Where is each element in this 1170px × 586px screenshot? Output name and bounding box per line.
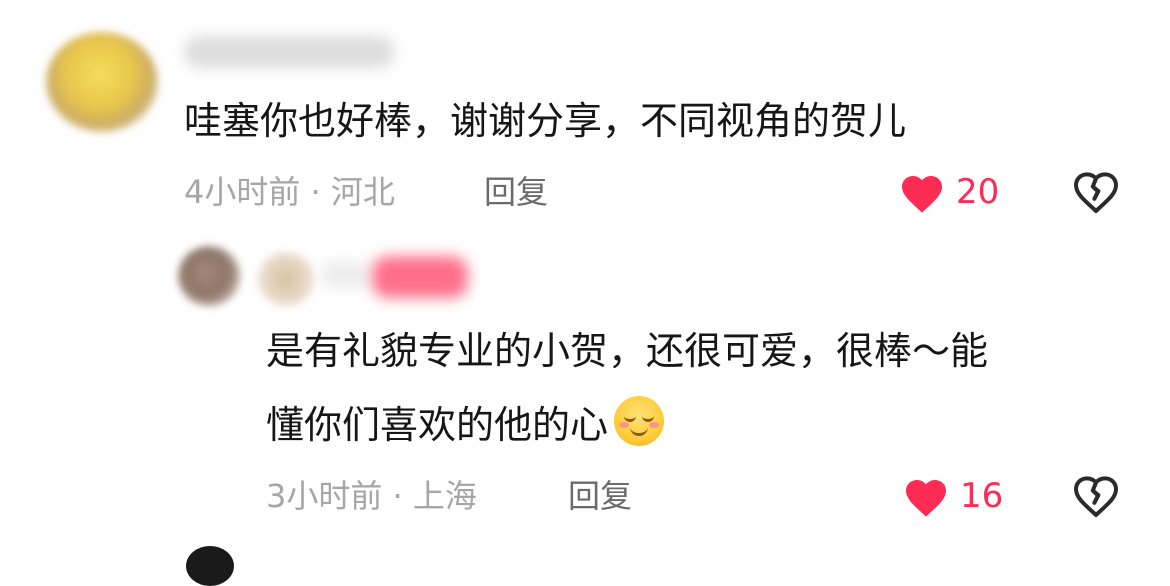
comment-text-line-2-text: 懂你们喜欢的他的心 <box>266 403 609 447</box>
username-blurred[interactable] <box>320 262 370 288</box>
meta-separator: · <box>382 477 413 515</box>
heart-icon[interactable] <box>902 474 950 518</box>
avatar[interactable] <box>178 246 240 306</box>
comment-location: 河北 <box>330 173 395 211</box>
heart-icon[interactable] <box>898 170 946 214</box>
author-badge-blurred <box>372 256 468 298</box>
comment-meta: 4小时前 · 河北 <box>184 172 395 212</box>
comment-time: 4小时前 <box>184 173 301 211</box>
comment-meta: 3小时前 · 上海 <box>266 476 477 516</box>
avatar-next-comment[interactable] <box>186 546 234 586</box>
comment-text: 哇塞你也好棒，谢谢分享，不同视角的贺儿 <box>184 99 907 143</box>
username-blurred[interactable] <box>184 36 394 68</box>
meta-separator: · <box>300 173 331 211</box>
dislike-broken-heart-icon[interactable] <box>1072 168 1120 214</box>
like-count: 20 <box>956 172 1000 212</box>
smiling-face-emoji-icon <box>614 396 665 446</box>
like-count: 16 <box>960 476 1004 516</box>
comment-text-line-2: 懂你们喜欢的他的心 <box>266 390 665 460</box>
avatar-secondary[interactable] <box>258 252 314 306</box>
avatar[interactable] <box>46 32 158 132</box>
reply-button[interactable]: 回复 <box>568 476 632 516</box>
reply-button[interactable]: 回复 <box>484 172 548 212</box>
dislike-broken-heart-icon[interactable] <box>1072 472 1120 518</box>
comment-text-line-1: 是有礼貌专业的小贺，还很可爱，很棒～能 <box>266 329 989 373</box>
comment-time: 3小时前 <box>266 477 383 515</box>
comment-location: 上海 <box>412 477 477 515</box>
